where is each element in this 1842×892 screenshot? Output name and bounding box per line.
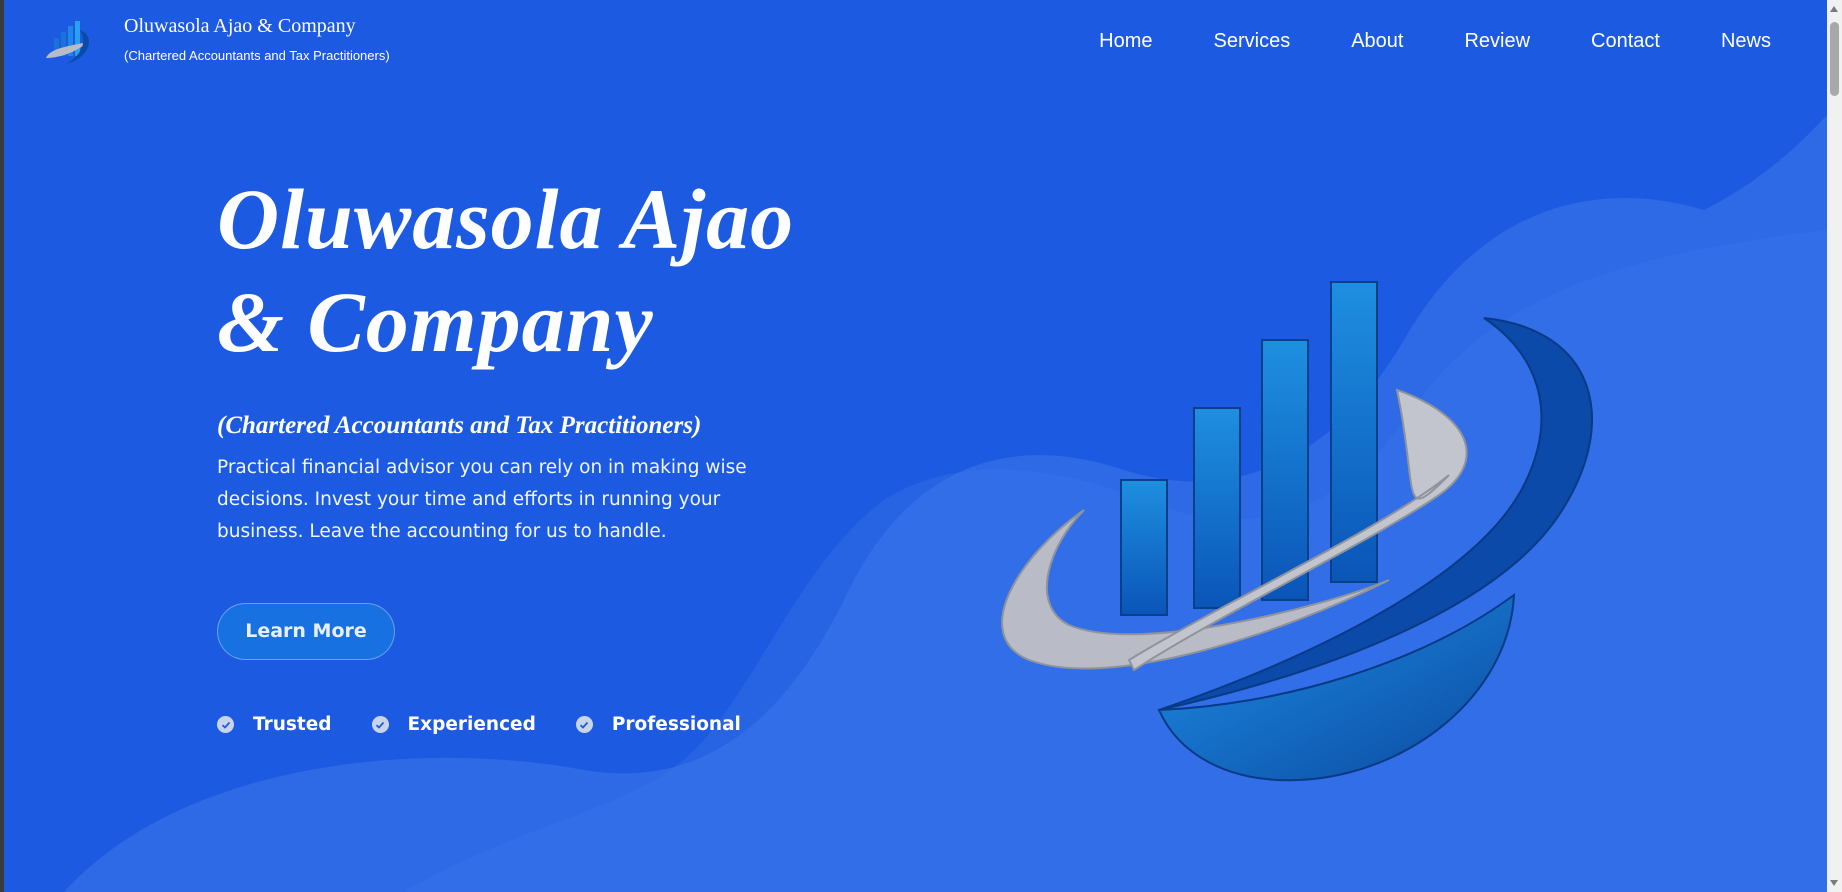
hero-title-line-2: & Company [217,274,654,370]
hero-logo-icon [1001,281,1593,782]
logo-bar-3 [1261,339,1309,601]
badge-label: Professional [611,714,741,735]
nav-news[interactable]: News [1721,30,1771,53]
logo-bar-1 [1120,479,1168,616]
page: Oluwasola Ajao & Company (Chartered Acco… [4,0,1827,892]
check-circle-icon [575,716,593,733]
check-circle-icon [371,716,389,733]
nav-services[interactable]: Services [1214,30,1291,53]
scrollbar[interactable] [1827,0,1842,892]
badge-label: Trusted [253,714,332,735]
hero-description: Practical financial advisor you can rely… [217,457,747,542]
learn-more-button[interactable]: Learn More [217,603,395,660]
nav-home[interactable]: Home [1099,30,1152,53]
brand-title: Oluwasola Ajao & Company [124,15,356,37]
scroll-up-arrow-icon[interactable] [1830,6,1838,12]
brand-logo-icon [46,21,89,64]
check-circle-icon [217,716,234,733]
badge-professional: Professional [575,714,741,735]
badge-trusted: Trusted [217,714,332,735]
hero-section: Oluwasola Ajao & Company (Chartered Acco… [217,168,897,735]
scroll-thumb[interactable] [1830,22,1839,96]
brand-subtitle: (Chartered Accountants and Tax Practitio… [124,48,390,63]
logo-bar-2 [1193,407,1241,609]
main-nav: Home Services About Review Contact News [1038,30,1771,53]
badge-experienced: Experienced [371,714,536,735]
hero-subtitle: (Chartered Accountants and Tax Practitio… [217,412,702,439]
nav-contact[interactable]: Contact [1591,30,1660,53]
brand[interactable]: Oluwasola Ajao & Company (Chartered Acco… [40,14,390,70]
hero-title-line-1: Oluwasola Ajao [217,171,795,267]
hero-title: Oluwasola Ajao & Company [217,168,897,374]
badge-label: Experienced [407,714,536,735]
trust-badges: Trusted Experienced Professional [217,714,897,735]
nav-review[interactable]: Review [1464,30,1530,53]
scroll-down-arrow-icon[interactable] [1830,880,1838,886]
nav-about[interactable]: About [1351,30,1403,53]
